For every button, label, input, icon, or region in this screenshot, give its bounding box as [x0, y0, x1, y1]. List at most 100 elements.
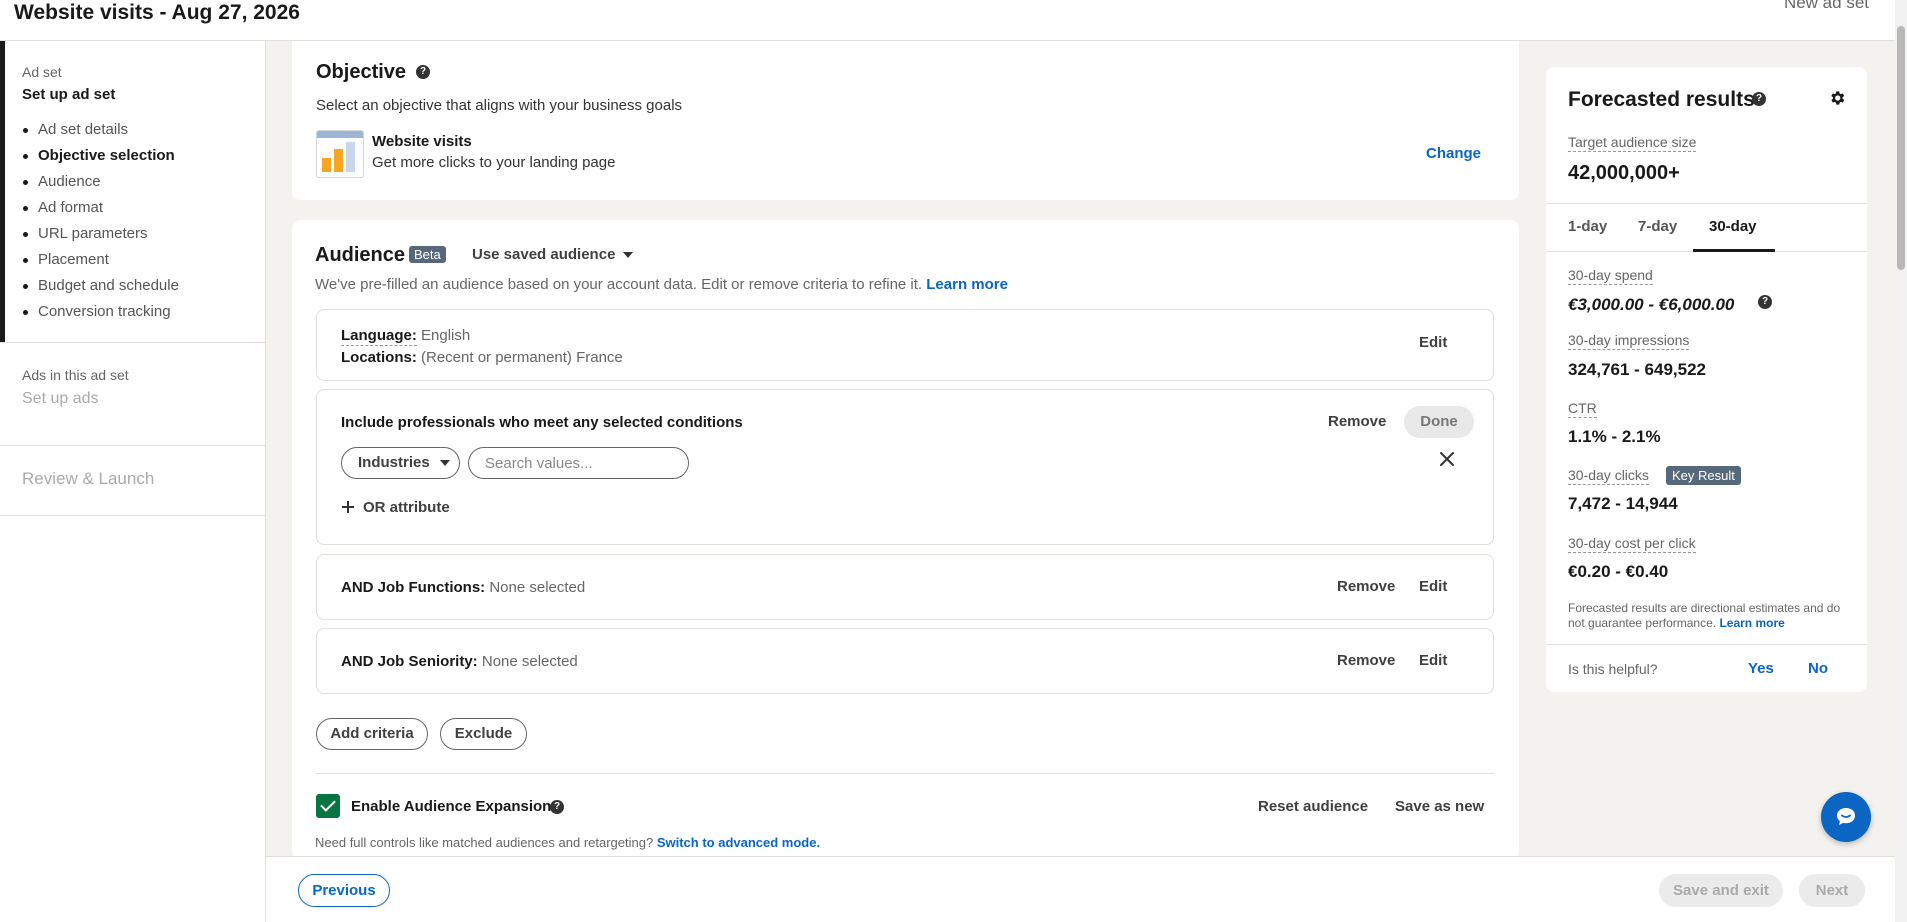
sidebar-item-audience[interactable]: Audience — [22, 169, 179, 195]
locations-row: Locations: (Recent or permanent) France — [341, 349, 623, 366]
disclaimer-text: Forecasted results are directional estim… — [1568, 601, 1841, 630]
advanced-note-text: Need full controls like matched audience… — [315, 835, 654, 850]
sidebar-item-objective-selection[interactable]: Objective selection — [22, 143, 179, 169]
review-launch-heading: Review & Launch — [22, 469, 155, 488]
scrollbar-thumb[interactable] — [1897, 26, 1905, 270]
ads-eyebrow: Ads in this ad set — [22, 367, 129, 383]
reset-audience-button[interactable]: Reset audience — [1258, 798, 1368, 815]
sidebar-item-budget-schedule[interactable]: Budget and schedule — [22, 273, 179, 299]
divider — [316, 773, 1494, 774]
save-as-new-button[interactable]: Save as new — [1395, 798, 1484, 815]
sidebar-heading[interactable]: Set up ad set — [22, 86, 115, 103]
learn-more-link[interactable]: Learn more — [926, 276, 1008, 293]
impressions-label: 30-day impressions — [1568, 332, 1690, 350]
divider — [1546, 644, 1867, 645]
include-title: Include professionals who meet any selec… — [341, 414, 743, 431]
tab-30-day[interactable]: 30-day — [1709, 218, 1757, 235]
advanced-mode-note: Need full controls like matched audience… — [315, 835, 820, 850]
active-step-indicator — [0, 41, 5, 342]
cpc-label: 30-day cost per click — [1568, 535, 1696, 553]
edit-language-button[interactable]: Edit — [1419, 334, 1447, 351]
audience-title: Audience — [315, 244, 406, 266]
job-functions-label: AND Job Functions: — [341, 579, 486, 596]
help-icon[interactable]: ? — [1752, 92, 1766, 106]
language-value: English — [421, 327, 471, 344]
sidebar-item-ad-set-details[interactable]: Ad set details — [22, 117, 179, 143]
tab-1-day[interactable]: 1-day — [1568, 218, 1607, 235]
help-icon[interactable]: ? — [550, 800, 564, 814]
chat-bubble-icon — [1837, 808, 1855, 825]
search-values-input[interactable] — [468, 447, 689, 479]
save-and-exit-button[interactable]: Save and exit — [1659, 874, 1783, 907]
active-tab-indicator — [1693, 249, 1775, 252]
ad-set-step: Ad set Set up ad set Ad set details Obje… — [0, 41, 266, 343]
industries-dropdown[interactable]: Industries — [341, 447, 460, 479]
sidebar-item-conversion-tracking[interactable]: Conversion tracking — [22, 299, 179, 325]
ctr-label: CTR — [1568, 400, 1597, 418]
ads-step: Ads in this ad set Set up ads — [0, 343, 266, 446]
industries-label: Industries — [358, 454, 430, 471]
sidebar-item-url-parameters[interactable]: URL parameters — [22, 221, 179, 247]
clicks-value: 7,472 - 14,944 — [1568, 494, 1678, 513]
forecast-learn-more-link[interactable]: Learn more — [1719, 616, 1784, 630]
page-scrollbar[interactable] — [1895, 0, 1907, 922]
locations-label: Locations: — [341, 349, 417, 366]
saved-audience-dropdown[interactable]: Use saved audience — [472, 246, 634, 263]
add-criteria-button[interactable]: Add criteria — [316, 718, 428, 750]
audience-description-text: We've pre-filled an audience based on yo… — [315, 276, 923, 293]
objective-card: Objective ? Select an objective that ali… — [292, 41, 1519, 200]
change-objective-link[interactable]: Change — [1426, 145, 1481, 162]
chat-button[interactable] — [1821, 792, 1871, 842]
or-attribute-button[interactable]: OR attribute — [341, 499, 450, 516]
sidebar-eyebrow: Ad set — [22, 64, 62, 80]
expansion-label: Enable Audience Expansion — [351, 798, 552, 815]
remove-job-functions-button[interactable]: Remove — [1337, 578, 1395, 595]
job-seniority-label: AND Job Seniority: — [341, 653, 478, 670]
close-icon[interactable] — [1438, 450, 1456, 468]
review-step: Review & Launch — [0, 446, 266, 516]
forecasted-results-panel: Forecasted results ? Target audience siz… — [1546, 67, 1867, 692]
beta-badge: Beta — [409, 246, 446, 263]
forecast-period-tabs: 1-day 7-day 30-day — [1546, 203, 1867, 252]
advanced-mode-link[interactable]: Switch to advanced mode. — [657, 835, 820, 850]
ctr-value: 1.1% - 2.1% — [1568, 427, 1661, 446]
sidebar-item-ad-format[interactable]: Ad format — [22, 195, 179, 221]
new-ad-set-button[interactable]: New ad set — [1784, 0, 1869, 13]
sidebar-item-placement[interactable]: Placement — [22, 247, 179, 273]
tab-7-day[interactable]: 7-day — [1638, 218, 1677, 235]
edit-job-functions-button[interactable]: Edit — [1419, 578, 1447, 595]
edit-job-seniority-button[interactable]: Edit — [1419, 652, 1447, 669]
spend-value: €3,000.00 - €6,000.00 — [1568, 295, 1735, 314]
top-header: Website visits - Aug 27, 2026 New ad set — [0, 0, 1895, 41]
caret-down-icon — [623, 252, 634, 259]
audience-card: Audience Beta Use saved audience We've p… — [292, 220, 1519, 860]
language-label: Language: — [341, 327, 417, 346]
remove-include-button[interactable]: Remove — [1328, 413, 1386, 430]
left-sidebar: Ad set Set up ad set Ad set details Obje… — [0, 41, 266, 922]
next-button[interactable]: Next — [1799, 874, 1865, 907]
objective-description: Get more clicks to your landing page — [372, 154, 616, 171]
helpful-question: Is this helpful? — [1568, 661, 1658, 677]
help-icon[interactable]: ? — [416, 65, 430, 79]
help-icon[interactable]: ? — [1758, 295, 1772, 309]
job-functions-row: AND Job Functions: None selected — [341, 579, 585, 596]
ads-heading: Set up ads — [22, 390, 99, 407]
helpful-no-button[interactable]: No — [1808, 660, 1828, 677]
exclude-button[interactable]: Exclude — [440, 718, 527, 750]
key-result-badge: Key Result — [1666, 466, 1741, 485]
locations-value: (Recent or permanent) France — [421, 349, 623, 366]
previous-button[interactable]: Previous — [298, 874, 390, 907]
footer-bar: Previous Save and exit Next — [266, 856, 1895, 922]
sidebar-step-list: Ad set details Objective selection Audie… — [22, 117, 179, 325]
audience-expansion-checkbox[interactable] — [316, 794, 340, 818]
done-button[interactable]: Done — [1404, 406, 1474, 438]
job-functions-card: AND Job Functions: None selected Remove … — [316, 554, 1494, 620]
audience-description: We've pre-filled an audience based on yo… — [315, 276, 1008, 293]
audience-size-value: 42,000,000+ — [1568, 162, 1680, 184]
cpc-value: €0.20 - €0.40 — [1568, 562, 1669, 581]
helpful-yes-button[interactable]: Yes — [1748, 660, 1774, 677]
objective-name: Website visits — [372, 133, 472, 150]
remove-job-seniority-button[interactable]: Remove — [1337, 652, 1395, 669]
gear-icon[interactable] — [1828, 89, 1846, 107]
job-functions-value: None selected — [489, 579, 586, 596]
